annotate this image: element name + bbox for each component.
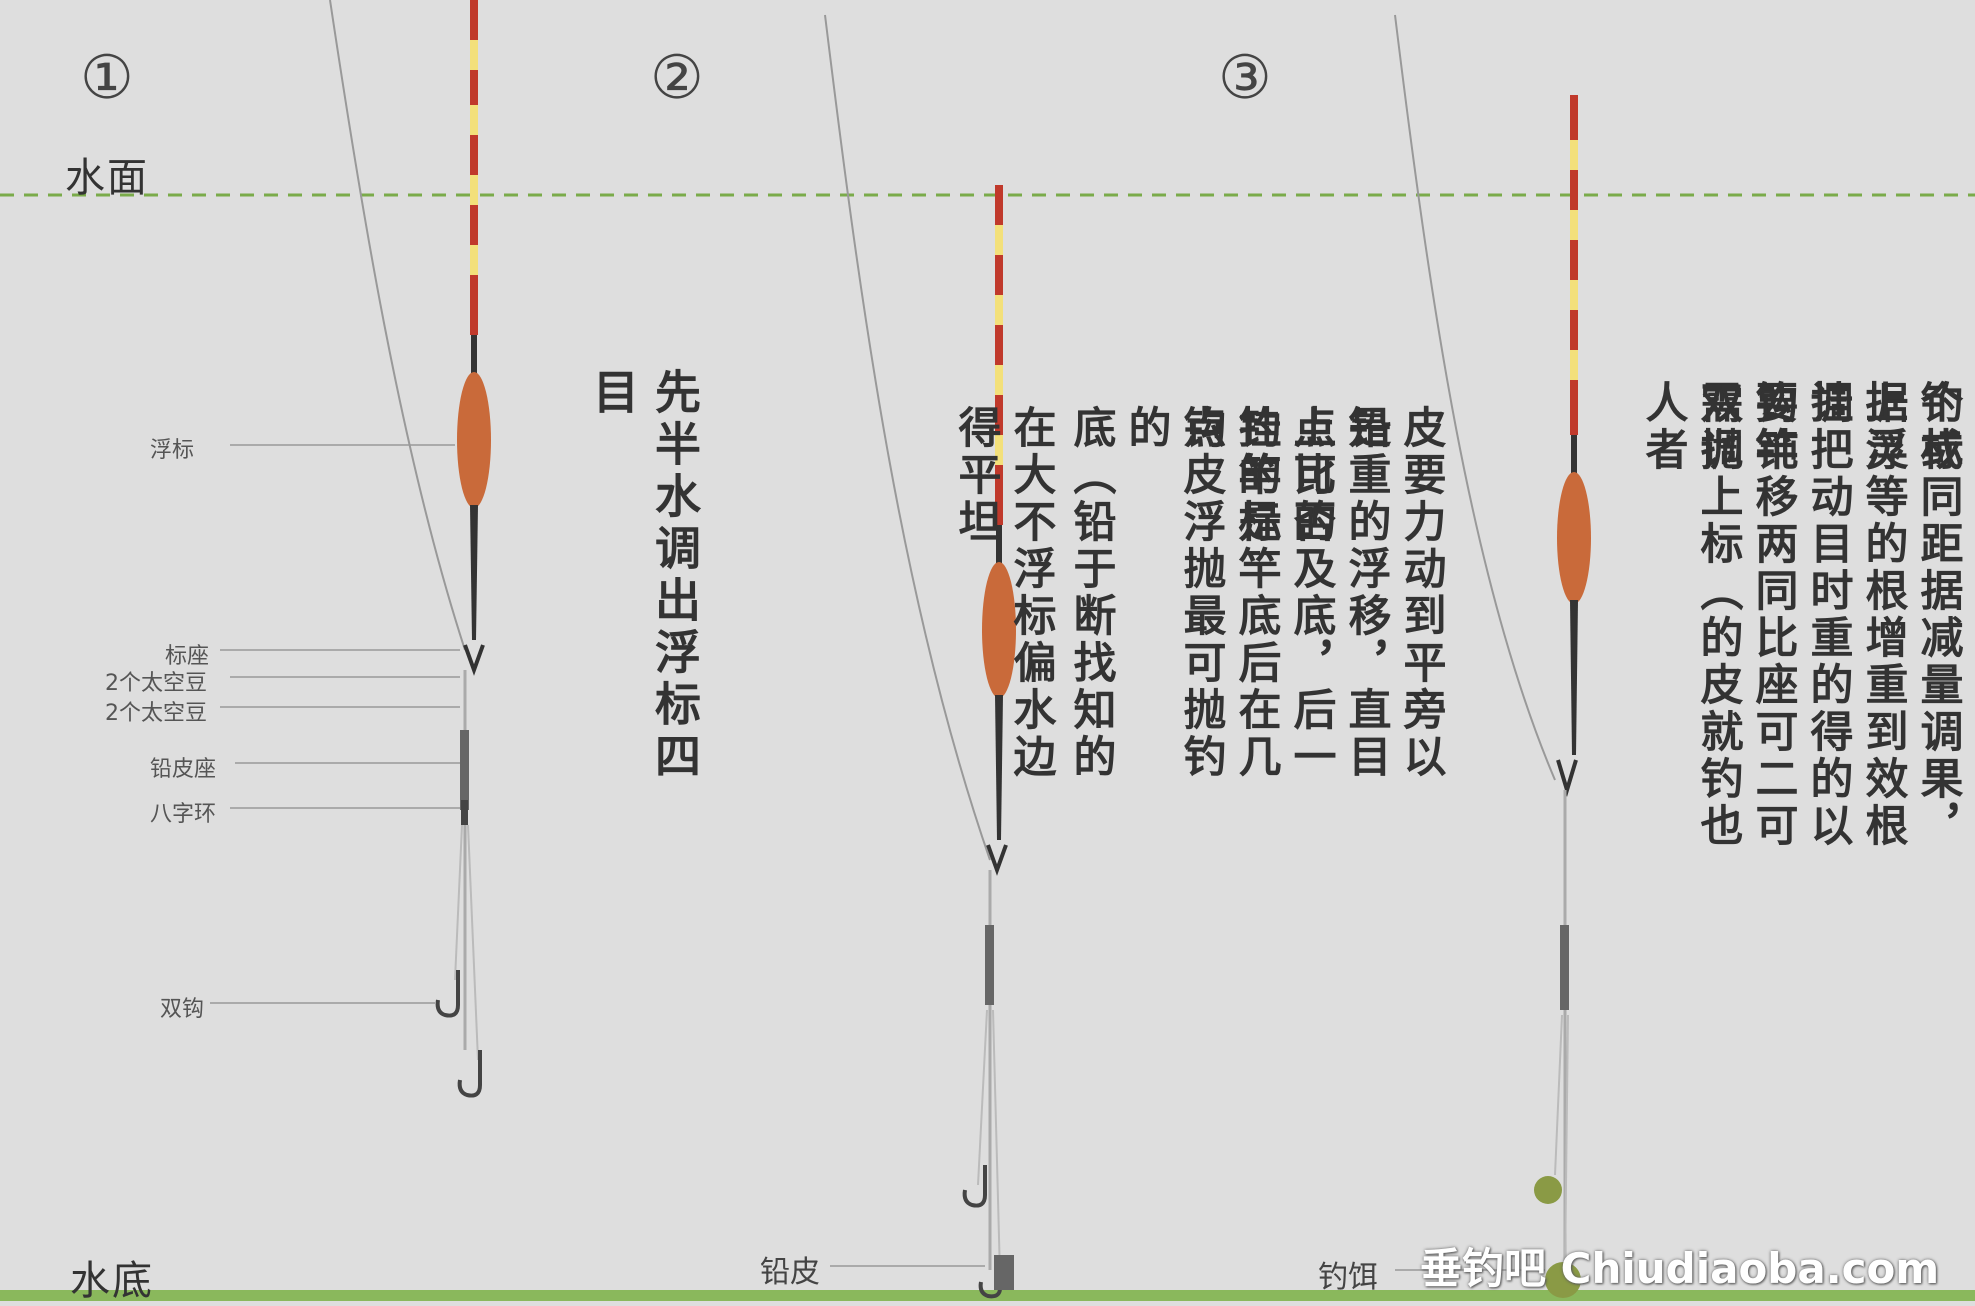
part-leaders-1 xyxy=(210,444,460,1004)
panel2-col-5: 钩皮浮抛最可抛钓的 xyxy=(1121,405,1226,781)
fishing-rig-diagram: ① ② ③ 水面 水底 浮标 标座 2个太空豆 2个太空豆 铅皮座 八字环 双钩… xyxy=(0,0,1975,1304)
float-antenna-3 xyxy=(1570,95,1578,475)
sinker-seat-3 xyxy=(1560,925,1569,1010)
water-surface-label: 水面 xyxy=(65,155,149,201)
float-stem-2 xyxy=(995,695,1003,840)
sub-line-3a xyxy=(1554,1014,1563,1176)
part-label-double-hook: 双钩 xyxy=(160,997,205,1022)
bait-3a xyxy=(1534,1176,1562,1204)
step-number-1: ① xyxy=(80,43,134,113)
lead-sheet-label: 铅皮 xyxy=(760,1255,820,1290)
step-number-2: ② xyxy=(650,43,704,113)
part-label-swivel: 八字环 xyxy=(150,802,217,827)
part-label-beads-1: 2个太空豆 xyxy=(105,671,207,696)
sub-line-2a xyxy=(977,1009,988,1186)
panel2-col-6: 底（铅于断找知的 xyxy=(1066,405,1116,781)
float-body-3 xyxy=(1557,472,1591,604)
step-number-3: ③ xyxy=(1218,43,1272,113)
float-stem-3 xyxy=(1570,600,1578,755)
hook-2a xyxy=(962,1165,987,1208)
sub-line-1a xyxy=(454,824,463,981)
swivel-1 xyxy=(461,800,468,825)
sub-line-2b xyxy=(992,1009,1001,1276)
lead-sheet xyxy=(994,1255,1014,1290)
watermark: 垂钓吧 Chiudiaoba.com xyxy=(1420,1244,1940,1293)
float-body-1 xyxy=(457,372,491,508)
water-bottom-label: 水底 xyxy=(70,1258,154,1304)
part-label-float: 浮标 xyxy=(150,438,195,463)
sinker-seat-1 xyxy=(460,730,469,810)
sinker-seat-2 xyxy=(985,925,994,1005)
float-seat-1 xyxy=(463,644,485,676)
part-label-sinker-seat: 铅皮座 xyxy=(150,757,217,782)
fishing-line-1 xyxy=(329,0,466,651)
panel3-col-6: 双抛上标（的皮就钓也人者 xyxy=(1638,380,1743,850)
panel1-instruction: 先半水调出浮标四目 xyxy=(586,368,702,784)
sub-line-1b xyxy=(467,824,479,1061)
panel2-col-7: 在大不浮标偏水边得平坦 xyxy=(951,405,1056,781)
bait-label: 钓饵 xyxy=(1318,1260,1378,1295)
float-antenna-1 xyxy=(470,0,478,375)
float-seat-2 xyxy=(986,844,1008,876)
float-stem-1 xyxy=(470,505,478,640)
part-label-beads-2: 2个太空豆 xyxy=(105,701,207,726)
float-seat-3 xyxy=(1556,759,1578,797)
